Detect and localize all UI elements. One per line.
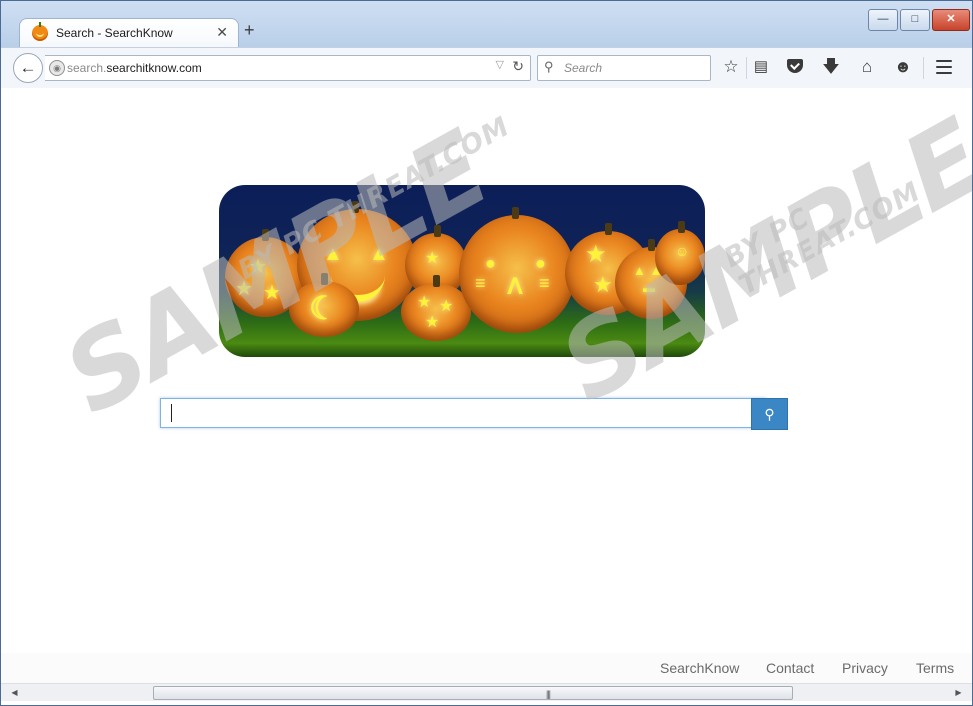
carved-whiskers: ≡ <box>539 273 550 293</box>
search-icon: ⚲ <box>544 59 554 74</box>
tab-title: Search - SearchKnow <box>56 26 173 40</box>
menu-icon[interactable] <box>936 60 952 74</box>
back-button[interactable]: ← <box>13 53 43 83</box>
url-text[interactable]: search.searchitknow.com <box>67 61 202 75</box>
toolbar-separator <box>746 57 747 79</box>
footer-link-searchknow[interactable]: SearchKnow <box>660 660 739 676</box>
scrollbar-thumb[interactable]: ||| <box>153 686 793 700</box>
carved-star: ★ <box>425 250 440 267</box>
carved-star: ★ <box>235 278 253 300</box>
pumpkin-favicon-icon <box>32 22 48 41</box>
footer-link-terms[interactable]: Terms <box>916 660 954 676</box>
reading-list-icon[interactable]: ▤ <box>750 56 772 78</box>
download-icon[interactable]: 🡇 <box>820 56 842 78</box>
footer-link-privacy[interactable]: Privacy <box>842 660 888 676</box>
home-icon[interactable]: ⌂ <box>856 56 878 78</box>
scroll-right-icon[interactable]: ▶ <box>951 685 966 700</box>
url-domain: searchitknow.com <box>106 61 202 75</box>
carved-star: ★ <box>439 298 454 315</box>
bookmark-star-icon[interactable]: ☆ <box>720 56 742 78</box>
grip-icon: ||| <box>546 689 551 699</box>
carved-mouth: ▬ <box>643 281 655 295</box>
dropdown-triangle-icon[interactable]: ▽ <box>496 58 504 71</box>
carved-moon: ☾ <box>309 290 338 326</box>
footer-link-contact[interactable]: Contact <box>766 660 814 676</box>
carved-star: ★ <box>593 272 613 297</box>
pocket-icon[interactable] <box>787 59 803 73</box>
browser-window: Search - SearchKnow ✕ + — □ ✕ ← ◉ search… <box>0 0 973 706</box>
minimize-button[interactable]: — <box>868 9 898 31</box>
back-arrow-icon: ← <box>19 58 37 77</box>
carved-star: ★ <box>425 314 440 331</box>
magnifier-icon: ⚲ <box>764 406 775 422</box>
browser-search-input[interactable] <box>562 56 706 80</box>
address-bar[interactable]: ◉ search.searchitknow.com ▽ ↻ <box>45 55 531 81</box>
carved-whiskers: ≡ <box>475 273 486 293</box>
page-content: ★ ★ ★ ▲ ▲ ☾ ★ ★ ★ ★ ● ● Λ ≡ ≡ ★ ★ ▲ ▲ ▬ … <box>1 88 972 683</box>
carved-nose: Λ <box>507 273 524 300</box>
carved-star: ★ <box>263 282 281 304</box>
url-host: search. <box>67 61 107 75</box>
carved-star: ★ <box>249 256 267 278</box>
carved-face: ☺ <box>675 243 690 259</box>
halloween-pumpkin-banner: ★ ★ ★ ▲ ▲ ☾ ★ ★ ★ ★ ● ● Λ ≡ ≡ ★ ★ ▲ ▲ ▬ … <box>219 185 705 357</box>
reload-icon[interactable]: ↻ <box>512 58 524 75</box>
page-footer: SearchKnow Contact Privacy Terms <box>1 653 972 683</box>
search-button[interactable]: ⚲ <box>751 398 788 430</box>
title-bar: Search - SearchKnow ✕ + — □ ✕ <box>1 1 972 48</box>
active-tab[interactable]: Search - SearchKnow ✕ <box>19 18 239 48</box>
text-caret <box>171 404 172 422</box>
maximize-button[interactable]: □ <box>900 9 930 31</box>
browser-search-box[interactable]: ⚲ <box>537 55 711 81</box>
carved-eye: ▲ <box>369 243 389 265</box>
globe-icon: ◉ <box>49 60 65 76</box>
carved-star: ★ <box>417 294 432 311</box>
navigation-toolbar: ← ◉ search.searchitknow.com ▽ ↻ ⚲ ☆ ▤ 🡇 … <box>1 47 972 89</box>
horizontal-scrollbar[interactable]: ◀ ||| ▶ <box>1 683 972 701</box>
toolbar-separator <box>923 57 924 79</box>
chat-icon[interactable]: ☻ <box>892 56 914 78</box>
carved-star: ★ <box>585 241 607 268</box>
tab-close-icon[interactable]: ✕ <box>216 24 228 41</box>
close-window-button[interactable]: ✕ <box>932 9 970 31</box>
carved-eye: ● <box>535 253 546 273</box>
carved-eye: ▲ <box>323 243 343 265</box>
scroll-left-icon[interactable]: ◀ <box>7 685 22 700</box>
carved-eye: ● <box>485 253 496 273</box>
new-tab-button[interactable]: + <box>244 20 255 41</box>
main-search-input[interactable] <box>160 398 766 428</box>
